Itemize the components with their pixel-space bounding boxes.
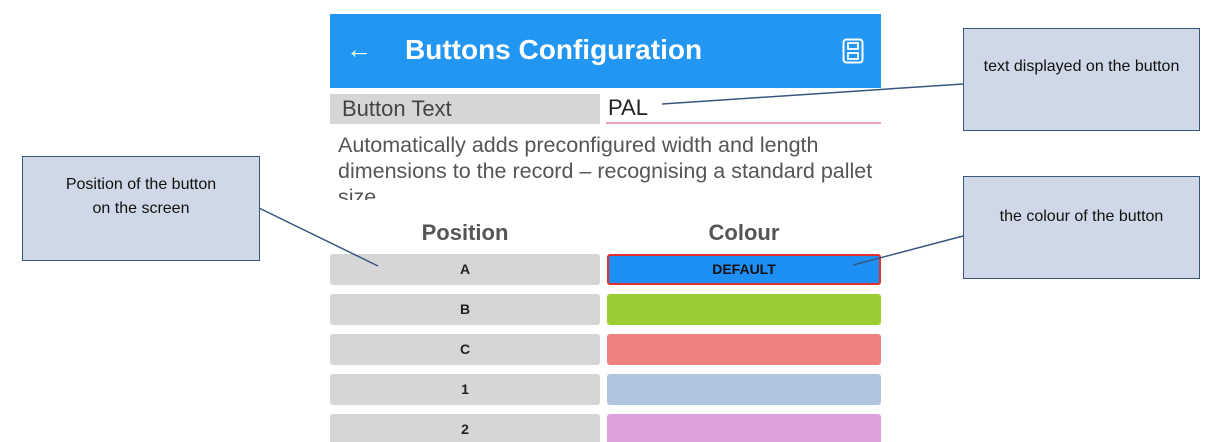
position-button-c[interactable]: C — [330, 334, 600, 365]
phone-screen: ← Buttons Configuration Button Text Auto… — [330, 14, 881, 442]
position-button-b[interactable]: B — [330, 294, 600, 325]
colour-button-b[interactable] — [607, 294, 881, 325]
colour-button-1[interactable] — [607, 374, 881, 405]
colour-button-c[interactable] — [607, 334, 881, 365]
button-text-input[interactable] — [606, 94, 881, 124]
position-button-a[interactable]: A — [330, 254, 600, 285]
colour-button-a[interactable]: DEFAULT — [607, 254, 881, 285]
button-text-label: Button Text — [330, 94, 600, 124]
save-icon[interactable] — [842, 38, 864, 64]
position-header: Position — [421, 220, 509, 245]
colour-header: Colour — [708, 220, 780, 245]
page-title: Buttons Configuration — [405, 34, 703, 65]
button-description: Automatically adds preconfigured width a… — [338, 133, 873, 200]
position-button-2[interactable]: 2 — [330, 414, 600, 442]
back-arrow-icon[interactable]: ← — [346, 34, 372, 64]
app-bar: ← Buttons Configuration — [330, 14, 881, 88]
position-button-1[interactable]: 1 — [330, 374, 600, 405]
callout-position: Position of the button on the screen — [22, 156, 260, 261]
callout-colour: the colour of the button — [963, 176, 1200, 279]
colour-button-2[interactable] — [607, 414, 881, 442]
callout-button-text: text displayed on the button — [963, 28, 1200, 131]
